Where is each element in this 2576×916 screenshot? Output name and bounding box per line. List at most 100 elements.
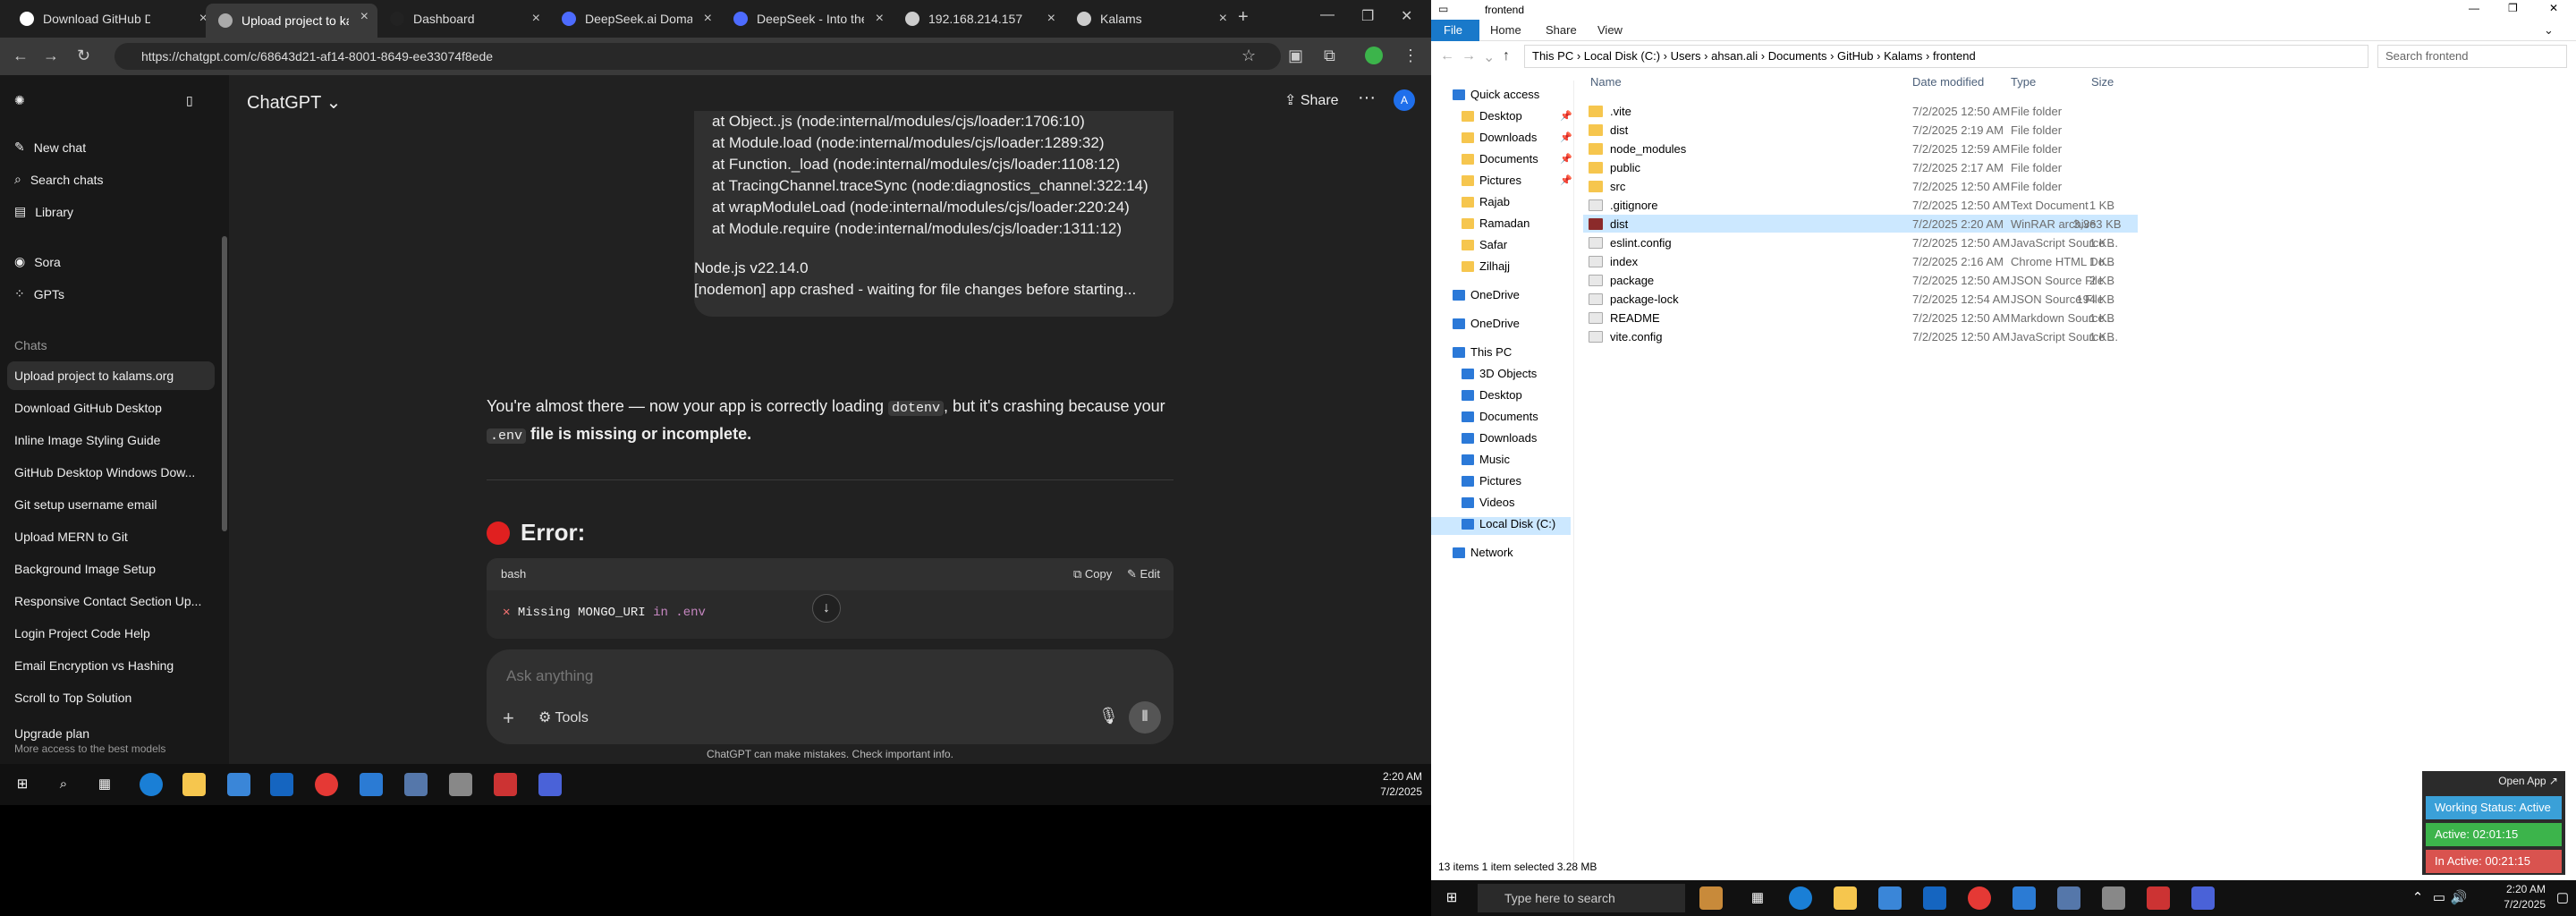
minimize-icon[interactable]: — [2469,2,2479,14]
chat-history-item[interactable]: Download GitHub Desktop [7,394,215,422]
more-options-icon[interactable]: ··· [1358,88,1376,108]
app-icon[interactable] [2147,886,2170,910]
chat-history-item[interactable]: Email Encryption vs Hashing [7,651,215,680]
scroll-down-button[interactable]: ↓ [812,594,841,623]
nav-item[interactable]: Downloads 📌 [1462,131,1572,144]
sidebar-toggle-icon[interactable]: ▯ [186,93,193,108]
forward-icon[interactable]: → [1462,48,1476,64]
microphone-icon[interactable]: 🎙 [1098,707,1119,725]
menu-icon[interactable]: ⋮ [1402,47,1419,65]
tab-deepseek-domain[interactable]: DeepSeek.ai Domain F× [549,5,721,32]
nav-item[interactable]: Documents 📌 [1462,152,1572,165]
vscode-icon[interactable] [2012,886,2036,910]
column-name[interactable]: Name [1590,75,1622,89]
file-row[interactable]: dist 7/2/2025 2:20 AM WinRAR archive 3,363 … [1583,215,2138,233]
nav-item[interactable]: Downloads [1462,431,1537,445]
breadcrumb-item[interactable]: GitHub [1837,49,1873,63]
file-row[interactable]: package 7/2/2025 12:50 AM JSON Source File… [1583,271,2138,289]
taskbar-search[interactable]: Type here to search [1478,884,1685,912]
file-row[interactable]: public 7/2/2025 2:17 AM File folder [1583,158,2138,176]
tab-home[interactable]: Home [1490,23,1521,37]
app-icon[interactable] [2102,886,2125,910]
chat-history-item[interactable]: Scroll to Top Solution [7,683,215,712]
tab-kalams[interactable]: Kalams × [1064,5,1236,32]
gpts-button[interactable]: ⁘ GPTs [14,286,64,301]
tab-deepseek[interactable]: DeepSeek - Into the U× [721,5,893,32]
chat-history-item[interactable]: Upload MERN to Git [7,522,215,551]
recent-icon[interactable]: ⌄ [1483,48,1495,66]
back-icon[interactable]: ← [1440,48,1454,64]
share-button[interactable]: ⇪ Share [1284,91,1339,109]
nav-network[interactable]: Network [1453,546,1513,559]
column-type[interactable]: Type [2011,75,2036,89]
bookmark-star-icon[interactable]: ☆ [1241,47,1256,65]
edge-icon[interactable] [140,773,163,796]
reload-icon[interactable]: ↻ [77,47,90,65]
file-row[interactable]: node_modules 7/2/2025 12:59 AM File folder [1583,140,2138,157]
url-field[interactable]: https://chatgpt.com/c/68643d21-af14-8001… [114,43,1281,70]
close-icon[interactable]: × [360,9,369,25]
nav-onedrive[interactable]: OneDrive [1453,288,1520,301]
app-icon[interactable] [1699,886,1723,910]
task-view-icon[interactable]: ▦ [1746,886,1769,910]
file-row[interactable]: README 7/2/2025 12:50 AM Markdown Source..… [1583,309,2138,327]
file-row[interactable]: .gitignore 7/2/2025 12:50 AM Text Document… [1583,196,2138,214]
search-input[interactable]: Search frontend [2377,45,2567,68]
app-icon[interactable] [449,773,472,796]
clock[interactable]: 2:20 AM 7/2/2025 [1345,769,1422,800]
breadcrumb-item[interactable]: Users [1671,49,1701,63]
edge-icon[interactable] [1789,886,1812,910]
nav-onedrive[interactable]: OneDrive [1453,317,1520,330]
extension-icon[interactable]: ▣ [1288,47,1303,65]
nav-item[interactable]: Rajab [1462,195,1510,208]
file-explorer-icon[interactable] [1834,886,1857,910]
chevron-up-icon[interactable]: ⌃ [2406,886,2429,910]
chat-history-item[interactable]: Inline Image Styling Guide [7,426,215,454]
nav-quick-access[interactable]: Quick access [1453,88,1539,101]
chat-history-item[interactable]: Upload project to kalams.org [7,361,215,390]
breadcrumb-item[interactable]: Kalams [1884,49,1922,63]
mail-icon[interactable] [270,773,293,796]
file-row[interactable]: .vite 7/2/2025 12:50 AM File folder [1583,102,2138,120]
file-row[interactable]: index 7/2/2025 2:16 AM Chrome HTML Do... 1 … [1583,252,2138,270]
close-icon[interactable]: × [532,11,540,27]
windows-start-icon[interactable]: ⊞ [11,773,34,796]
vscode-icon[interactable] [360,773,383,796]
nav-item[interactable]: 3D Objects [1462,367,1537,380]
open-app-button[interactable]: Open App ↗ [2422,771,2565,791]
close-icon[interactable]: × [1219,11,1227,27]
puzzle-icon[interactable]: ⧉ [1324,47,1335,65]
tab-download-github[interactable]: Download GitHub Des× [7,5,216,32]
notification-icon[interactable]: ▢ [2551,886,2574,910]
tab-dashboard[interactable]: Dashboard × [377,5,549,32]
search-chats-button[interactable]: ⌕ Search chats [14,172,104,187]
nav-item[interactable]: Videos [1462,496,1515,509]
store-icon[interactable] [1878,886,1902,910]
app-icon[interactable] [494,773,517,796]
breadcrumb-item[interactable]: Documents [1768,49,1827,63]
file-explorer-icon[interactable] [182,773,206,796]
breadcrumb[interactable]: This PC › Local Disk (C:) › Users › ahsa… [1524,45,2368,68]
tools-button[interactable]: ⚙ Tools [538,708,589,726]
close-window-icon[interactable]: ✕ [1401,7,1412,25]
breadcrumb-item[interactable]: ahsan.ali [1711,49,1758,63]
file-row[interactable]: vite.config 7/2/2025 12:50 AM JavaScript S… [1583,327,2138,345]
profile-icon[interactable] [1365,47,1383,64]
nav-item[interactable]: Documents [1462,410,1538,423]
task-view-icon[interactable]: ▦ [93,773,116,796]
nav-item[interactable]: Pictures [1462,474,1521,488]
edit-button[interactable]: ✎ Edit [1127,567,1160,581]
file-row[interactable]: eslint.config 7/2/2025 12:50 AM JavaScript… [1583,233,2138,251]
chat-history-item[interactable]: GitHub Desktop Windows Dow... [7,458,215,487]
tab-file[interactable]: File [1431,20,1479,41]
nav-item[interactable]: Desktop 📌 [1462,109,1572,123]
nav-item[interactable]: Music [1462,453,1510,466]
copy-button[interactable]: ⧉ Copy [1073,567,1112,581]
zoom-icon[interactable] [538,773,562,796]
nav-item[interactable]: Desktop [1462,388,1522,402]
library-button[interactable]: ▤ Library [14,204,73,219]
new-tab-button[interactable]: + [1238,7,1249,28]
openai-logo-icon[interactable]: ✺ [14,93,25,108]
nav-item[interactable]: Local Disk (C:) [1462,517,1555,530]
tab-upload-project[interactable]: Upload project to kala× [206,4,377,38]
